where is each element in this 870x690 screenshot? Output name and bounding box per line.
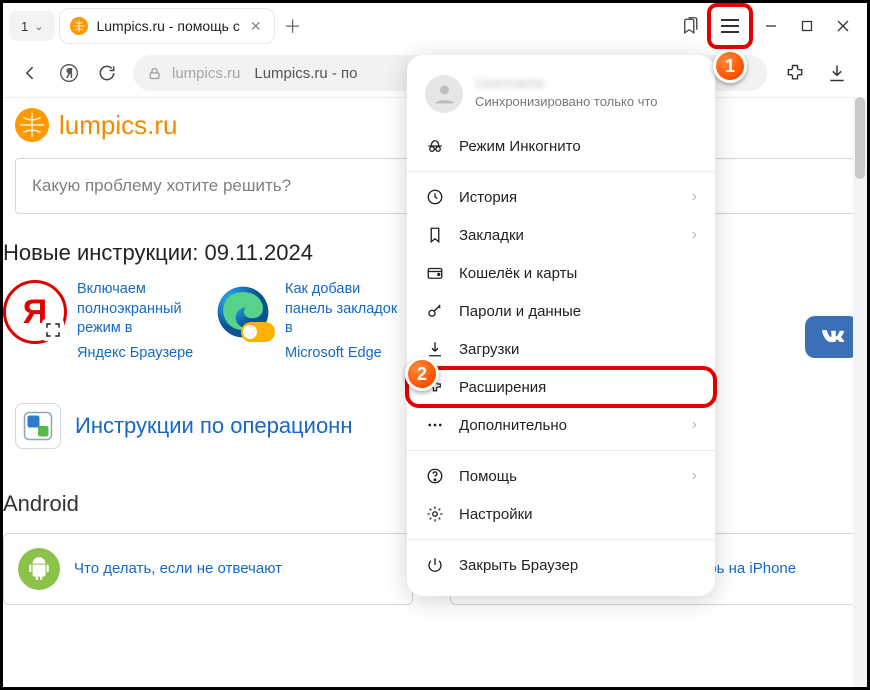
menu-label: Режим Инкогнито bbox=[459, 138, 697, 155]
avatar-icon bbox=[425, 75, 463, 113]
tab-counter-value: 1 bbox=[21, 19, 28, 34]
badge-1-text: 1 bbox=[725, 56, 735, 77]
bookmark-all-icon[interactable] bbox=[673, 9, 707, 43]
tab-close-icon[interactable]: ✕ bbox=[248, 18, 264, 35]
menu-label: Дополнительно bbox=[459, 417, 678, 434]
virtualbox-icon bbox=[15, 403, 61, 449]
active-tab[interactable]: Lumpics.ru - помощь с ✕ bbox=[59, 8, 274, 44]
main-menu-button[interactable] bbox=[713, 9, 747, 43]
platform-heading-android: Android bbox=[3, 491, 420, 533]
os-section-link[interactable]: Инструкции по операционн bbox=[75, 413, 352, 439]
vertical-scrollbar[interactable] bbox=[853, 97, 867, 687]
menu-label: Кошелёк и карты bbox=[459, 265, 697, 282]
menu-separator bbox=[407, 450, 715, 451]
menu-user-name: Username bbox=[475, 75, 658, 92]
downloads-icon[interactable] bbox=[823, 59, 851, 87]
url-text: lumpics.ru bbox=[172, 65, 240, 82]
badge-2-text: 2 bbox=[417, 364, 427, 385]
chevron-right-icon: › bbox=[692, 416, 697, 434]
chevron-down-icon: ⌄ bbox=[34, 20, 43, 33]
wallet-icon bbox=[425, 263, 445, 283]
menu-item-close-browser[interactable]: Закрыть Браузер bbox=[407, 546, 715, 584]
card-edge-title: Как добави панель закладок в bbox=[285, 280, 405, 339]
main-menu-dropdown: Username Синхронизировано только что Реж… bbox=[407, 55, 715, 596]
window-close-button[interactable] bbox=[825, 8, 861, 44]
yandex-browser-icon: Я bbox=[3, 280, 67, 344]
menu-label: История bbox=[459, 189, 678, 206]
menu-item-settings[interactable]: Настройки bbox=[407, 495, 715, 533]
menu-separator bbox=[407, 539, 715, 540]
card-edge[interactable]: Как добави панель закладок в Microsoft E… bbox=[211, 280, 405, 361]
tab-counter[interactable]: 1 ⌄ bbox=[9, 11, 55, 41]
menu-label: Загрузки bbox=[459, 341, 697, 358]
menu-label: Расширения bbox=[459, 379, 697, 396]
android-article-card[interactable]: Что делать, если не отвечают bbox=[3, 533, 413, 605]
extensions-toolbar-icon[interactable] bbox=[781, 59, 809, 87]
edge-browser-icon bbox=[211, 280, 275, 344]
menu-item-downloads[interactable]: Загрузки bbox=[407, 330, 715, 368]
menu-label: Помощь bbox=[459, 468, 678, 485]
menu-separator bbox=[407, 171, 715, 172]
menu-item-passwords[interactable]: Пароли и данные bbox=[407, 292, 715, 330]
android-article-link: Что делать, если не отвечают bbox=[74, 559, 282, 579]
chevron-right-icon: › bbox=[692, 188, 697, 206]
scrollbar-thumb[interactable] bbox=[855, 97, 865, 179]
help-icon bbox=[425, 466, 445, 486]
menu-user-section[interactable]: Username Синхронизировано только что bbox=[407, 71, 715, 127]
download-icon bbox=[425, 339, 445, 359]
bookmark-icon bbox=[425, 225, 445, 245]
android-icon bbox=[18, 548, 60, 590]
menu-button-highlight bbox=[707, 3, 753, 49]
new-tab-button[interactable]: ＋ bbox=[279, 12, 307, 40]
card-yandex-sub: Яндекс Браузере bbox=[77, 339, 197, 361]
vk-share-button[interactable] bbox=[805, 316, 859, 358]
brand-logo-icon bbox=[15, 108, 49, 142]
tab-favicon-icon bbox=[70, 17, 88, 35]
incognito-icon bbox=[425, 136, 445, 156]
window-minimize-button[interactable] bbox=[753, 8, 789, 44]
window-maximize-button[interactable] bbox=[789, 8, 825, 44]
annotation-badge-1: 1 bbox=[713, 49, 747, 83]
lock-icon bbox=[147, 66, 162, 81]
menu-item-extensions[interactable]: Расширения bbox=[407, 368, 715, 406]
tab-title: Lumpics.ru - помощь с bbox=[96, 18, 239, 34]
brand-text: lumpics.ru bbox=[59, 110, 177, 141]
page-title-text: Lumpics.ru - по bbox=[254, 65, 357, 82]
menu-label: Настройки bbox=[459, 506, 697, 523]
card-yandex-title: Включаем полноэкранный режим в bbox=[77, 280, 197, 339]
menu-label: Пароли и данные bbox=[459, 303, 697, 320]
back-button[interactable] bbox=[19, 61, 43, 85]
window-titlebar: 1 ⌄ Lumpics.ru - помощь с ✕ ＋ bbox=[3, 3, 867, 49]
menu-item-history[interactable]: История › bbox=[407, 178, 715, 216]
chevron-right-icon: › bbox=[692, 226, 697, 244]
history-icon bbox=[425, 187, 445, 207]
menu-item-incognito[interactable]: Режим Инкогнито bbox=[407, 127, 715, 165]
card-edge-sub: Microsoft Edge bbox=[285, 339, 405, 361]
menu-user-subtitle: Синхронизировано только что bbox=[475, 92, 658, 109]
yandex-logo-icon[interactable] bbox=[57, 61, 81, 85]
key-icon bbox=[425, 301, 445, 321]
toggle-icon bbox=[241, 322, 275, 342]
power-icon bbox=[425, 555, 445, 575]
menu-item-bookmarks[interactable]: Закладки › bbox=[407, 216, 715, 254]
menu-item-more[interactable]: Дополнительно › bbox=[407, 406, 715, 444]
fullscreen-icon bbox=[42, 319, 64, 341]
card-yandex[interactable]: Я Включаем полноэкранный режим в Яндекс … bbox=[3, 280, 197, 361]
chevron-right-icon: › bbox=[692, 467, 697, 485]
search-placeholder: Какую проблему хотите решить? bbox=[32, 176, 291, 196]
menu-item-wallet[interactable]: Кошелёк и карты bbox=[407, 254, 715, 292]
gear-icon bbox=[425, 504, 445, 524]
menu-item-help[interactable]: Помощь › bbox=[407, 457, 715, 495]
platform-col-android: Android Что делать, если не отвечают bbox=[3, 491, 420, 605]
ellipsis-icon bbox=[425, 415, 445, 435]
menu-label: Закладки bbox=[459, 227, 678, 244]
annotation-badge-2: 2 bbox=[405, 357, 439, 391]
reload-button[interactable] bbox=[95, 61, 119, 85]
menu-label: Закрыть Браузер bbox=[459, 557, 697, 574]
